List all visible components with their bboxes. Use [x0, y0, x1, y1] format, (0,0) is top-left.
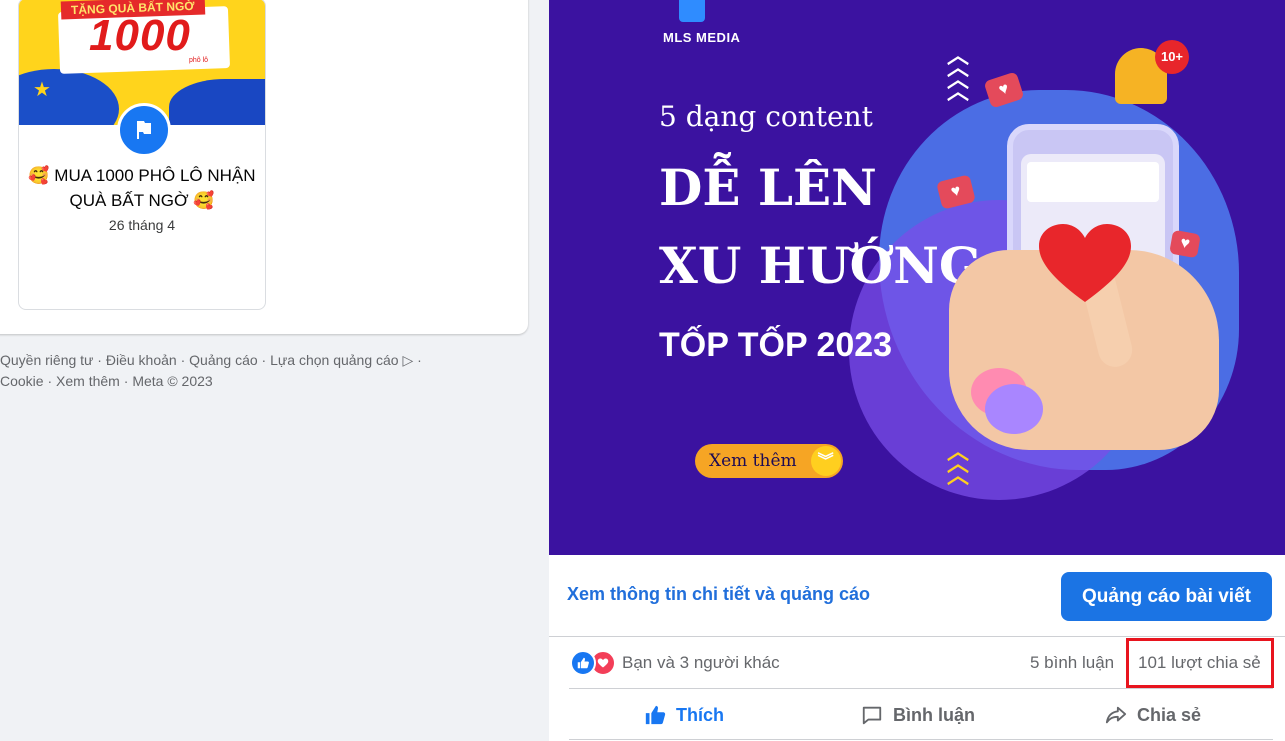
heart-icon: ♥ — [1169, 229, 1201, 259]
flag-icon — [117, 103, 171, 157]
divider — [549, 636, 1285, 637]
event-title[interactable]: 🥰 MUA 1000 PHÔ LÔ NHẬN QUÀ BẤT NGỜ 🥰 — [27, 163, 257, 213]
like-label: Thích — [676, 704, 724, 725]
footer-link-privacy[interactable]: Quyền riêng tư — [0, 352, 93, 368]
ad-brand: MLS MEDIA — [663, 30, 741, 45]
share-label: Chia sẻ — [1137, 704, 1202, 725]
banner-small-text: phô lô — [189, 57, 209, 64]
divider — [569, 688, 1273, 689]
brand-logo-icon — [679, 0, 705, 22]
footer-link-more[interactable]: Xem thêm — [56, 373, 120, 389]
ad-cta-label: Xem thêm — [709, 451, 797, 471]
ad-headline-2: XU HƯỚNG — [659, 236, 982, 295]
notification-badge: 10+ — [1155, 40, 1189, 74]
chevron-up-icon: ︿ ︿ ︿ — [947, 439, 970, 488]
ad-headline-1: DỄ LÊN — [659, 158, 877, 217]
footer-link-ads[interactable]: Quảng cáo — [189, 352, 258, 368]
footer-copyright: Meta © 2023 — [132, 373, 213, 389]
share-icon — [1105, 706, 1127, 724]
chevron-down-icon: ︾ — [810, 446, 841, 476]
comment-label: Bình luận — [893, 704, 975, 725]
footer-link-ad-choices[interactable]: Lựa chọn quảng cáo — [270, 352, 398, 368]
thumbs-up-icon — [645, 705, 666, 725]
comments-count[interactable]: 5 bình luận — [1030, 653, 1114, 673]
footer-link-cookie[interactable]: Cookie — [0, 373, 44, 389]
details-link[interactable]: Xem thông tin chi tiết và quảng cáo — [567, 584, 870, 605]
like-reaction-icon — [570, 650, 596, 676]
ad-cta-button[interactable]: Xem thêm ︾ — [695, 444, 843, 478]
ad-subtitle: 5 dạng content — [659, 100, 873, 133]
banner-decoration — [169, 79, 265, 125]
heart-icon — [1039, 224, 1131, 302]
footer-link-terms[interactable]: Điều khoản — [106, 352, 177, 368]
reactions-summary[interactable]: Bạn và 3 người khác — [570, 650, 780, 676]
event-card[interactable]: TẶNG QUÀ BẤT NGỜ 1000 phô lô ★ 🥰 MUA 100… — [18, 0, 266, 310]
footer-links: Quyền riêng tư · Điều khoản · Quảng cáo … — [0, 352, 422, 389]
divider — [569, 739, 1273, 740]
post-link-row: Xem thông tin chi tiết và quảng cáo Quản… — [549, 555, 1285, 636]
phone-card — [1027, 162, 1159, 202]
banner-number: 1000 — [89, 11, 191, 60]
boost-post-button[interactable]: Quảng cáo bài viết — [1061, 572, 1272, 621]
ad-choices-icon: ▷ — [402, 352, 414, 368]
ad-image[interactable]: MLS MEDIA 5 dạng content DỄ LÊN XU HƯỚNG… — [549, 0, 1285, 555]
star-icon: ★ — [33, 79, 51, 101]
reactions-text: Bạn và 3 người khác — [622, 653, 780, 672]
chat-bubble-icon — [985, 384, 1043, 434]
ad-headline-3: TỐP TỐP 2023 — [659, 326, 893, 364]
share-button[interactable]: Chia sẻ — [1105, 696, 1201, 734]
event-date: 26 tháng 4 — [108, 217, 176, 233]
chevron-up-icon: ︿ ︿ ︿ ︿ — [947, 43, 970, 104]
like-button[interactable]: Thích — [644, 696, 724, 734]
post-card: MLS MEDIA 5 dạng content DỄ LÊN XU HƯỚNG… — [549, 0, 1285, 741]
comment-button[interactable]: Bình luận — [861, 696, 975, 734]
comment-icon — [862, 706, 882, 725]
highlight-box — [1126, 638, 1274, 688]
